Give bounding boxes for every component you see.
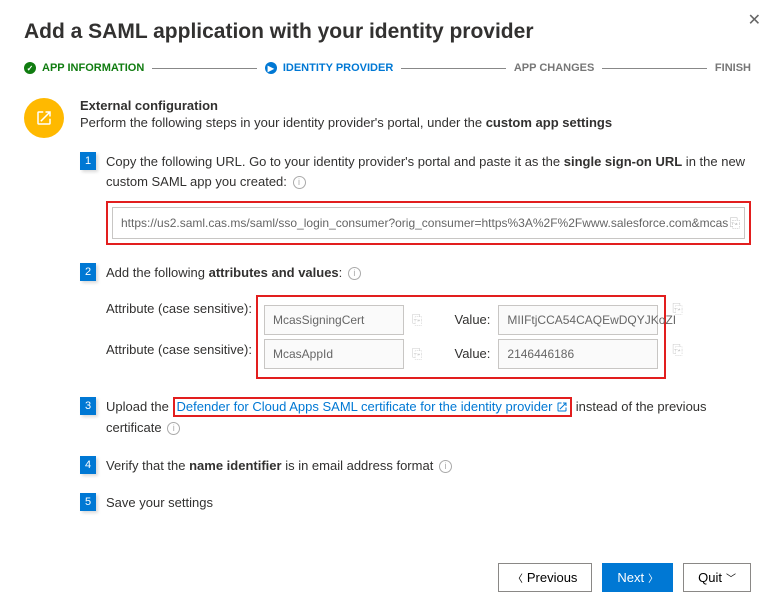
info-icon[interactable]: i	[167, 422, 180, 435]
attributes-highlight: McasSigningCert ⎘ Value: MIIFtjCCA54CAQE…	[256, 295, 666, 379]
attribute-value-input[interactable]: MIIFtjCCA54CAQEwDQYJKoZI	[498, 305, 658, 335]
instruction-step-4: 4 Verify that the name identifier is in …	[80, 456, 751, 476]
attribute-name-input[interactable]: McasSigningCert	[264, 305, 404, 335]
step-app-information: ✓ APP INFORMATION	[24, 62, 144, 74]
step-app-changes: APP CHANGES	[514, 62, 594, 74]
copy-icon[interactable]: ⎘	[412, 344, 422, 364]
step-label: APP INFORMATION	[42, 62, 144, 74]
attribute-name-input[interactable]: McasAppId	[264, 339, 404, 369]
step-number: 2	[80, 263, 96, 281]
quit-button[interactable]: Quit ﹀	[683, 563, 751, 592]
dialog-title: Add a SAML application with your identit…	[24, 20, 751, 44]
value-label: Value:	[448, 344, 490, 364]
info-icon[interactable]: i	[439, 460, 452, 473]
certificate-link-highlight: Defender for Cloud Apps SAML certificate…	[173, 397, 573, 417]
close-icon[interactable]: ✕	[748, 10, 761, 30]
step-label: IDENTITY PROVIDER	[283, 62, 393, 74]
copy-icon[interactable]: ⎘	[730, 213, 740, 233]
chevron-down-icon: ﹀	[726, 570, 736, 585]
external-link-icon	[24, 98, 64, 138]
next-button[interactable]: Next 〉	[602, 563, 673, 592]
sso-url-highlight: https://us2.saml.cas.ms/saml/sso_login_c…	[106, 201, 751, 245]
section-heading: External configuration	[80, 98, 612, 113]
step-identity-provider: ▶ IDENTITY PROVIDER	[265, 62, 393, 74]
step-number: 1	[80, 152, 96, 170]
chevron-right-icon: 〉	[648, 570, 658, 585]
play-icon: ▶	[265, 62, 277, 74]
copy-icon[interactable]: ⎘	[412, 310, 422, 330]
step-number: 4	[80, 456, 96, 474]
step-finish: FINISH	[715, 62, 751, 74]
value-label: Value:	[448, 310, 490, 330]
stepper-line	[602, 68, 707, 69]
chevron-left-icon: 〈	[513, 570, 523, 585]
instruction-step-5: 5 Save your settings	[80, 493, 751, 513]
section-description: Perform the following steps in your iden…	[80, 115, 612, 130]
certificate-download-link[interactable]: Defender for Cloud Apps SAML certificate…	[177, 399, 569, 414]
stepper-line	[401, 68, 506, 69]
step-label: APP CHANGES	[514, 62, 594, 74]
wizard-stepper: ✓ APP INFORMATION ▶ IDENTITY PROVIDER AP…	[24, 62, 751, 74]
instruction-step-2: 2 Add the following attributes and value…	[80, 263, 751, 379]
external-link-icon	[556, 399, 568, 419]
attribute-label: Attribute (case sensitive):	[106, 299, 256, 319]
step-label: FINISH	[715, 62, 751, 74]
previous-button[interactable]: 〈 Previous	[498, 563, 593, 592]
info-icon[interactable]: i	[348, 267, 361, 280]
step-number: 3	[80, 397, 96, 415]
instruction-step-3: 3 Upload the Defender for Cloud Apps SAM…	[80, 397, 751, 438]
attribute-label: Attribute (case sensitive):	[106, 340, 256, 360]
copy-icon[interactable]: ⎘	[672, 340, 682, 360]
stepper-line	[152, 68, 257, 69]
attribute-value-input[interactable]: 2146446186	[498, 339, 658, 369]
check-icon: ✓	[24, 62, 36, 74]
step-number: 5	[80, 493, 96, 511]
copy-icon[interactable]: ⎘	[672, 299, 682, 319]
sso-url-field[interactable]: https://us2.saml.cas.ms/saml/sso_login_c…	[112, 207, 745, 239]
info-icon[interactable]: i	[293, 176, 306, 189]
instruction-step-1: 1 Copy the following URL. Go to your ide…	[80, 152, 751, 245]
